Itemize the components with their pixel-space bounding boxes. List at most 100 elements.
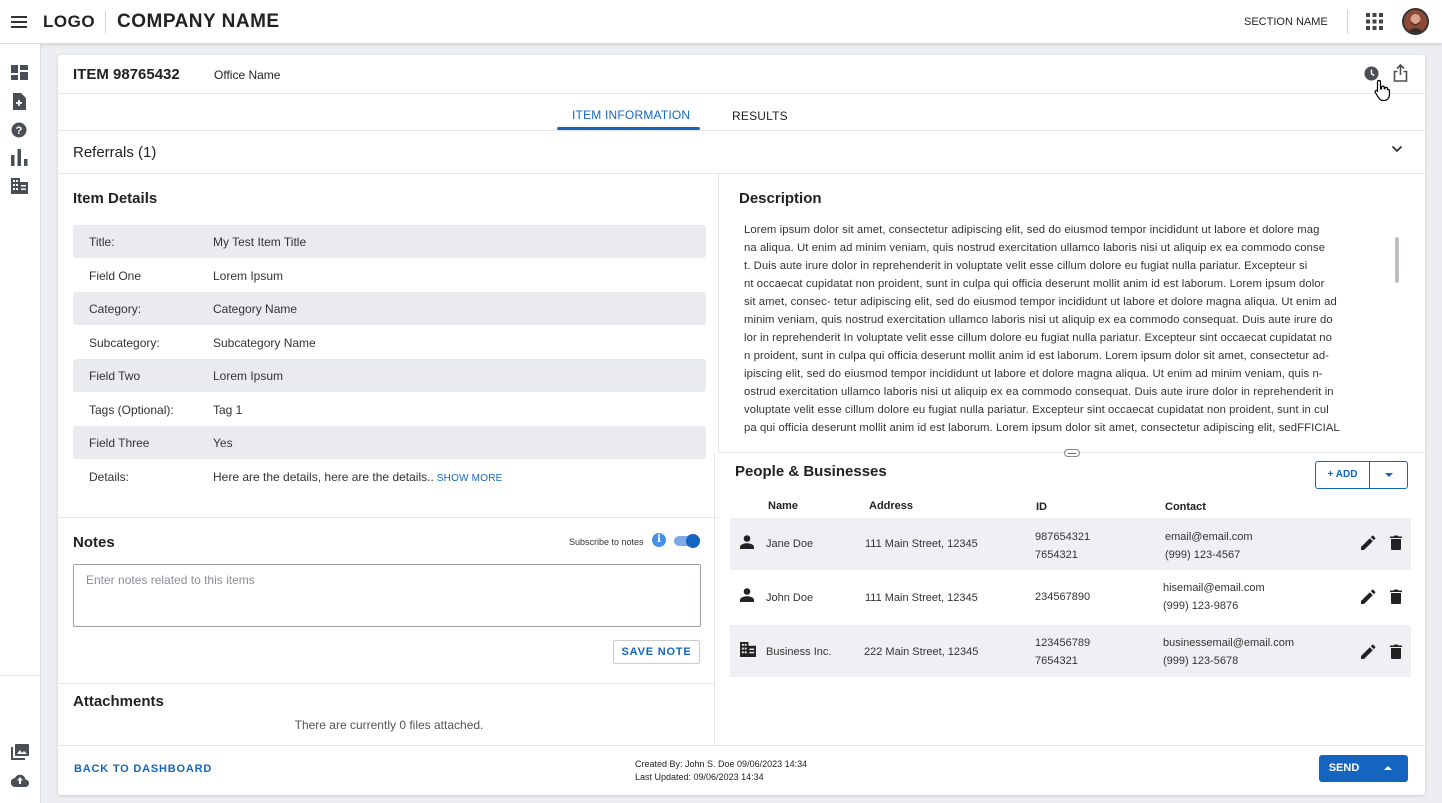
description-line: nt occaecat cupidatat non proident, sunt… — [744, 278, 1325, 290]
detail-label: Category: — [89, 302, 142, 316]
detail-row: Tags (Optional): Tag 1 — [73, 393, 706, 426]
detail-value: Yes — [213, 436, 233, 450]
add-split-button: + ADD — [1315, 461, 1408, 489]
description-text: Lorem ipsum dolor sit amet, consectetur … — [744, 221, 1384, 437]
detail-row: Subcategory: Subcategory Name — [73, 326, 706, 359]
section-name[interactable]: SECTION NAME — [1244, 16, 1328, 28]
detail-label: Title: — [89, 235, 115, 249]
id-primary: 234567890 — [1035, 591, 1091, 603]
share-export-icon[interactable] — [1393, 64, 1408, 82]
description-line: t. Duis aute irure dolor in reprehenderi… — [744, 260, 1308, 272]
detail-label: Tags (Optional): — [89, 403, 174, 417]
person-contact: hisemail@email.com (999) 123-9876 — [1163, 579, 1265, 615]
divider — [58, 130, 1425, 131]
user-avatar[interactable] — [1402, 8, 1429, 35]
contact-email: email@email.com — [1165, 531, 1253, 543]
save-note-button[interactable]: SAVE NOTE — [613, 640, 700, 664]
add-button[interactable]: + ADD — [1316, 462, 1369, 488]
edit-pencil-icon[interactable] — [1361, 535, 1376, 550]
edit-pencil-icon[interactable] — [1361, 589, 1376, 604]
item-card: ITEM 98765432 Office Name ITEM INFORMATI… — [58, 55, 1425, 795]
table-row: John Doe 111 Main Street, 12345 23456789… — [730, 571, 1411, 623]
office-name: Office Name — [214, 68, 281, 82]
detail-row: Field Three Yes — [73, 426, 706, 459]
bar-chart-icon[interactable] — [11, 149, 28, 166]
detail-label: Subcategory: — [89, 336, 160, 350]
description-line: sit amet, consec- tetur adipiscing elit,… — [744, 296, 1337, 308]
cloud-upload-icon[interactable] — [11, 773, 29, 787]
building-icon[interactable] — [11, 178, 28, 194]
delete-trash-icon[interactable] — [1390, 589, 1402, 604]
divider — [58, 517, 718, 518]
business-building-icon — [740, 642, 756, 657]
photo-library-icon[interactable] — [11, 744, 29, 760]
tab-results[interactable]: RESULTS — [732, 109, 788, 123]
column-divider — [714, 453, 715, 745]
send-dropdown-caret-icon[interactable] — [1373, 755, 1407, 782]
detail-row: Field Two Lorem Ipsum — [73, 359, 706, 392]
subscribe-label: Subscribe to notes — [569, 537, 644, 547]
detail-value: Here are the details, here are the detai… — [213, 470, 502, 484]
business-name: Business Inc. — [766, 646, 832, 658]
column-header-address: Address — [869, 500, 914, 512]
table-row: Jane Doe 111 Main Street, 12345 98765432… — [730, 518, 1411, 570]
notes-textarea[interactable] — [73, 564, 701, 627]
add-document-icon[interactable] — [11, 93, 27, 110]
people-businesses-title: People & Businesses — [735, 463, 887, 480]
chevron-down-icon[interactable] — [1391, 145, 1403, 153]
show-more-link[interactable]: SHOW MORE — [437, 473, 503, 484]
description-title: Description — [739, 190, 822, 207]
contact-email: hisemail@email.com — [1163, 582, 1265, 594]
delete-trash-icon[interactable] — [1390, 644, 1402, 659]
apps-grid-icon[interactable] — [1366, 13, 1383, 30]
tab-item-information[interactable]: ITEM INFORMATION — [572, 108, 690, 122]
dashboard-icon[interactable] — [11, 65, 28, 80]
subscribe-toggle[interactable] — [674, 534, 700, 548]
description-line: n proident, sunt in culpa qui officia de… — [744, 350, 1330, 362]
detail-row: Title: My Test Item Title — [73, 225, 706, 258]
detail-label: Field Two — [89, 369, 141, 383]
divider — [105, 11, 106, 33]
info-icon[interactable]: i — [652, 533, 666, 547]
hamburger-menu-icon[interactable] — [10, 13, 28, 31]
description-line: lor in reprehenderit In voluptate velit … — [744, 332, 1333, 344]
detail-value: Category Name — [213, 302, 298, 316]
description-line: pa qui officia deserunt mollit anim id e… — [744, 422, 1340, 434]
business-id: 123456789 7654321 — [1035, 634, 1090, 670]
business-address: 222 Main Street, 12345 — [864, 646, 979, 658]
description-scrollbar[interactable] — [1395, 237, 1399, 283]
last-updated: Last Updated: 09/06/2023 14:34 — [635, 772, 764, 782]
resize-handle[interactable] — [1064, 449, 1080, 457]
attachments-empty-message: There are currently 0 files attached. — [294, 718, 484, 732]
id-primary: 987654321 — [1035, 531, 1091, 543]
divider — [0, 675, 41, 676]
detail-value: Tag 1 — [213, 403, 243, 417]
record-meta: Created By: John S. Doe 09/06/2023 14:34… — [635, 758, 807, 784]
help-icon[interactable]: ? — [11, 122, 27, 138]
id-secondary: 7654321 — [1035, 655, 1078, 667]
edit-pencil-icon[interactable] — [1361, 644, 1376, 659]
send-button[interactable]: SEND — [1319, 755, 1369, 782]
person-address: 111 Main Street, 12345 — [865, 538, 978, 550]
person-name: Jane Doe — [766, 538, 814, 550]
contact-email: businessemail@email.com — [1163, 637, 1294, 649]
delete-trash-icon[interactable] — [1390, 535, 1402, 550]
divider — [58, 173, 1425, 174]
toggle-thumb — [686, 534, 700, 548]
back-to-dashboard-button[interactable]: BACK TO DASHBOARD — [74, 763, 212, 775]
send-split-button: SEND — [1319, 755, 1408, 782]
description-line: na aliqua. Ut enim ad minim veniam, quis… — [744, 242, 1326, 254]
detail-label: Details: — [89, 470, 130, 484]
item-id: ITEM 98765432 — [73, 66, 180, 83]
description-line: ipiscing elit, sed do eiusmod tempor inc… — [744, 368, 1323, 380]
add-dropdown-caret-icon[interactable] — [1370, 462, 1408, 488]
logo: LOGO — [43, 12, 96, 31]
detail-label: Field One — [89, 269, 142, 283]
divider — [58, 93, 1425, 94]
top-app-bar: LOGO COMPANY NAME SECTION NAME — [0, 0, 1442, 44]
description-line: voluptate velit esse cillum dolore eu fu… — [744, 404, 1329, 416]
referrals-accordion-title[interactable]: Referrals (1) — [73, 144, 156, 161]
person-id: 987654321 7654321 — [1035, 528, 1090, 564]
detail-label: Field Three — [89, 436, 150, 450]
divider — [1347, 10, 1348, 34]
